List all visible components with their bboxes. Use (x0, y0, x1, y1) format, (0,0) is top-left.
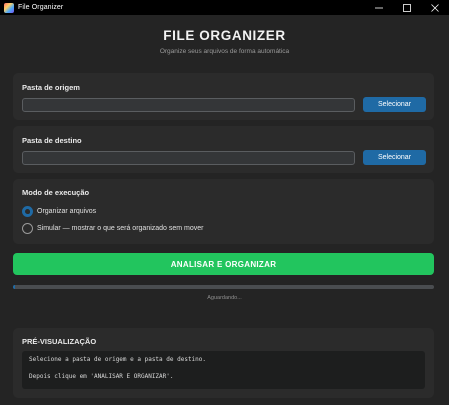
preview-textbox[interactable]: Selecione a pasta de origem e a pasta de… (22, 351, 425, 389)
radio-selected-icon[interactable] (22, 206, 33, 217)
preview-line: Depois clique em 'ANALISAR E ORGANIZAR'. (29, 372, 174, 380)
source-folder-input[interactable] (22, 98, 355, 112)
radio-simulate-label: Simular — mostrar o que será organizado … (37, 225, 204, 232)
destination-folder-panel: Pasta de destino Selecionar (13, 126, 434, 173)
maximize-icon (403, 3, 411, 12)
window-controls (365, 0, 449, 15)
app-logo-icon (4, 2, 14, 13)
close-icon (431, 3, 439, 12)
minimize-button[interactable] (365, 0, 393, 15)
maximize-button[interactable] (393, 0, 421, 15)
progress-bar-fill (13, 285, 16, 289)
analyze-and-organize-button[interactable]: ANALISAR E ORGANIZAR (13, 253, 434, 275)
select-destination-button[interactable]: Selecionar (363, 150, 426, 165)
page-subtitle: Organize seus arquivos de forma automáti… (159, 48, 290, 55)
radio-organize-label: Organizar arquivos (37, 208, 97, 215)
radio-unselected-icon[interactable] (22, 223, 33, 234)
progress-bar (13, 285, 434, 289)
preview-line: Selecione a pasta de origem e a pasta de… (29, 356, 207, 363)
window-title: File Organizer (18, 4, 64, 11)
app-window: File Organizer FILE ORGANIZER Organize s… (0, 0, 449, 405)
select-source-button[interactable]: Selecionar (363, 97, 426, 112)
status-text: Aguardando... (207, 295, 242, 301)
execution-mode-label: Modo de execução (22, 188, 90, 197)
destination-folder-input[interactable] (22, 151, 355, 165)
execution-mode-panel: Modo de execução Organizar arquivos Simu… (13, 179, 434, 244)
preview-panel: PRÉ-VISUALIZAÇÃO Selecione a pasta de or… (13, 328, 434, 398)
destination-folder-label: Pasta de destino (22, 136, 82, 145)
radio-simulate-option[interactable]: Simular — mostrar o que será organizado … (22, 223, 204, 234)
minimize-icon (375, 7, 383, 8)
title-bar: File Organizer (0, 0, 449, 15)
source-folder-panel: Pasta de origem Selecionar (13, 73, 434, 120)
page-title: FILE ORGANIZER (163, 28, 286, 43)
source-folder-label: Pasta de origem (22, 83, 80, 92)
close-button[interactable] (421, 0, 449, 15)
preview-label: PRÉ-VISUALIZAÇÃO (22, 337, 97, 346)
radio-organize-option[interactable]: Organizar arquivos (22, 206, 96, 217)
